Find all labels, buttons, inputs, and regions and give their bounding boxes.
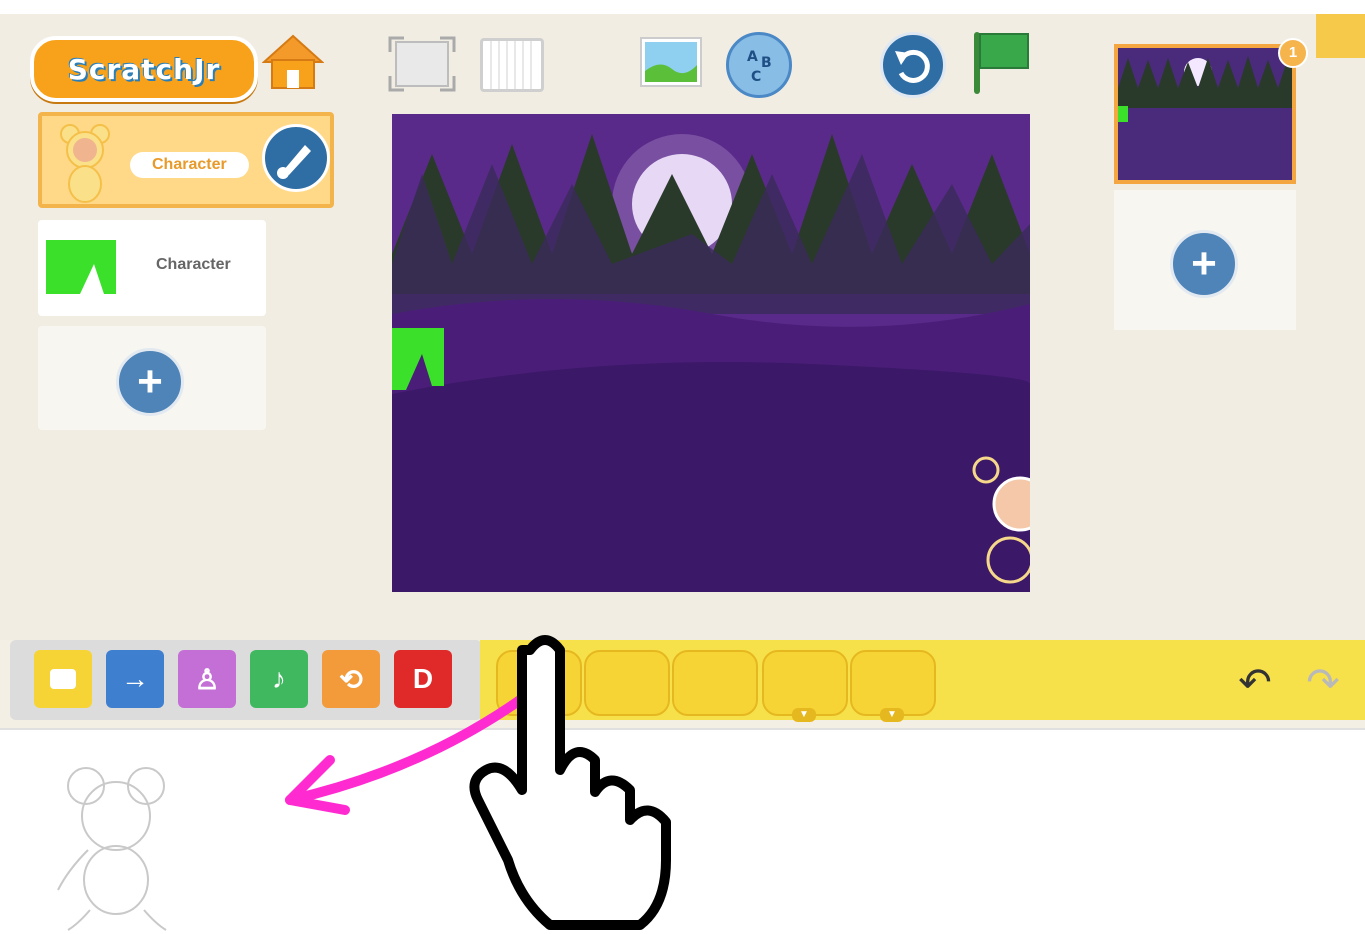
sprite-label: Character [130, 152, 249, 178]
page-badge: 1 [1278, 38, 1308, 68]
block-categories: → ♙ ♪ ⟲ D [10, 640, 482, 720]
arrow-right-icon: → [121, 663, 149, 694]
svg-text:C: C [751, 69, 761, 85]
svg-text:A: A [747, 49, 758, 65]
block-start-on-bump[interactable] [672, 650, 758, 716]
redo-icon[interactable]: ↷ [1300, 660, 1346, 706]
sprite-item-character-1[interactable]: Character [38, 112, 334, 208]
trigger-icon [50, 669, 76, 689]
end-icon: D [412, 663, 434, 694]
script-area[interactable] [0, 728, 1365, 934]
block-start-on-tap[interactable] [584, 650, 670, 716]
grid-icon[interactable] [480, 38, 544, 92]
category-end[interactable]: D [394, 650, 452, 708]
reset-icon[interactable] [880, 32, 946, 98]
undo-icon[interactable]: ↶ [1232, 660, 1278, 706]
category-motion[interactable]: → [106, 650, 164, 708]
fullscreen-icon[interactable] [388, 36, 456, 92]
sprite-label: Character [156, 256, 231, 273]
category-looks[interactable]: ♙ [178, 650, 236, 708]
background-icon[interactable] [640, 37, 702, 87]
repeat-icon: ⟲ [339, 663, 363, 695]
person-icon: ♙ [194, 663, 220, 695]
add-sprite-button[interactable]: + [116, 348, 184, 416]
dropdown-arrow-icon[interactable]: ▼ [880, 708, 904, 722]
block-send-message[interactable]: ▼ [850, 650, 936, 722]
block-start-on-message[interactable]: ▼ [762, 650, 848, 722]
add-page-button[interactable]: + [1170, 230, 1238, 298]
stage[interactable] [392, 114, 1030, 592]
green-flag-icon[interactable] [970, 28, 1032, 96]
category-sound[interactable]: ♪ [250, 650, 308, 708]
green-shape-thumbnail-icon [46, 240, 116, 294]
add-sprite-slot: + [38, 326, 266, 430]
paintbrush-icon [277, 145, 311, 179]
bear-character-thumbnail-icon [60, 124, 110, 203]
paint-editor-button[interactable] [262, 124, 330, 192]
abc-text-icon[interactable]: A B C [726, 32, 792, 98]
sprite-item-character-2[interactable]: Character [38, 220, 266, 316]
forest-night-background [392, 114, 1030, 592]
svg-text:B: B [761, 55, 772, 71]
logo-text: ScratchJr [67, 52, 221, 86]
page-thumbnail-1[interactable] [1114, 44, 1296, 184]
project-info-tab[interactable] [1316, 14, 1365, 58]
speaker-icon: ♪ [272, 663, 286, 694]
add-page-slot: + [1114, 190, 1296, 330]
home-icon[interactable] [262, 32, 324, 90]
category-triggering[interactable] [34, 650, 92, 708]
category-control[interactable]: ⟲ [322, 650, 380, 708]
dropdown-arrow-icon[interactable]: ▼ [792, 708, 816, 722]
sprite-outline-watermark-icon [57, 767, 167, 931]
block-palette: ▼ ▼ ↶ ↷ [480, 640, 1365, 722]
scratchjr-logo: ScratchJr [30, 36, 258, 102]
block-start-on-green-flag[interactable] [496, 650, 582, 716]
top-strip [0, 0, 1365, 14]
